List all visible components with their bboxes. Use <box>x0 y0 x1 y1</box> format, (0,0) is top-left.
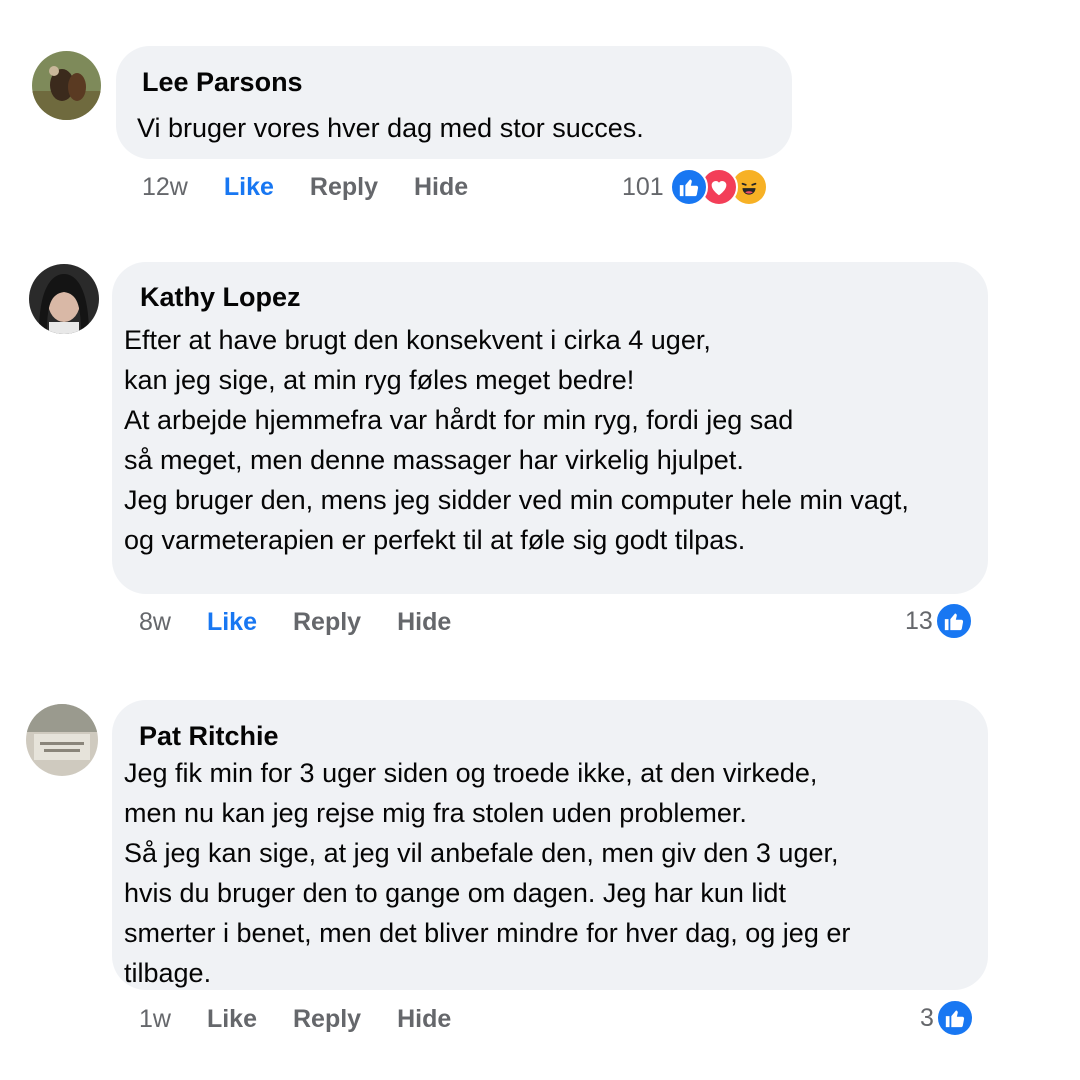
comment-line: så meget, men denne massager har virkeli… <box>124 445 744 475</box>
reaction-summary[interactable]: 3 <box>920 999 974 1037</box>
comment-line: smerter i benet, men det bliver mindre f… <box>124 918 851 948</box>
comment-time[interactable]: 8w <box>139 608 171 637</box>
reaction-count: 3 <box>920 1003 934 1032</box>
comment-line: tilbage. <box>124 958 212 988</box>
comment-author[interactable]: Kathy Lopez <box>140 282 301 313</box>
avatar[interactable] <box>29 264 99 334</box>
comment-time[interactable]: 1w <box>139 1005 171 1034</box>
comment-line: men nu kan jeg rejse mig fra stolen uden… <box>124 798 747 828</box>
comment-line: og varmeterapien er perfekt til at føle … <box>124 525 746 555</box>
reaction-summary[interactable]: 13 <box>905 602 973 640</box>
like-icon <box>934 602 973 640</box>
avatar-photo-icon <box>32 51 101 120</box>
comment-actions: 1w Like Reply Hide <box>139 1005 487 1034</box>
comment-actions: 12w Like Reply Hide <box>142 173 504 202</box>
comment-line: At arbejde hjemmefra var hårdt for min r… <box>124 405 794 435</box>
reply-button[interactable]: Reply <box>310 173 378 202</box>
reply-button[interactable]: Reply <box>293 1005 361 1034</box>
like-button[interactable]: Like <box>207 1005 257 1034</box>
hide-button[interactable]: Hide <box>397 1005 451 1034</box>
comment-author[interactable]: Pat Ritchie <box>139 721 279 752</box>
like-icon <box>669 168 708 206</box>
like-button[interactable]: Like <box>207 608 257 637</box>
comment-text: Vi bruger vores hver dag med stor succes… <box>137 108 644 148</box>
comment-line: hvis du bruger den to gange om dagen. Je… <box>124 878 786 908</box>
avatar[interactable] <box>32 51 101 120</box>
comment-text: Jeg fik min for 3 uger siden og troede i… <box>124 753 850 993</box>
comment-line: Efter at have brugt den konsekvent i cir… <box>124 325 711 355</box>
comment-line: Vi bruger vores hver dag med stor succes… <box>137 113 644 143</box>
comment-line: Så jeg kan sige, at jeg vil anbefale den… <box>124 838 839 868</box>
reaction-count: 101 <box>622 172 664 201</box>
like-button[interactable]: Like <box>224 173 274 202</box>
comment-time[interactable]: 12w <box>142 173 188 202</box>
hide-button[interactable]: Hide <box>414 173 468 202</box>
comment-line: Jeg bruger den, mens jeg sidder ved min … <box>124 485 909 515</box>
comment-author[interactable]: Lee Parsons <box>142 67 303 98</box>
avatar-photo-icon <box>29 264 99 334</box>
comment-line: Jeg fik min for 3 uger siden og troede i… <box>124 758 818 788</box>
reply-button[interactable]: Reply <box>293 608 361 637</box>
comment-actions: 8w Like Reply Hide <box>139 608 487 637</box>
hide-button[interactable]: Hide <box>397 608 451 637</box>
avatar-photo-icon <box>26 704 98 776</box>
reaction-summary[interactable]: 101 <box>622 168 768 206</box>
reaction-count: 13 <box>905 606 933 635</box>
comment-line: kan jeg sige, at min ryg føles meget bed… <box>124 365 635 395</box>
comment-text: Efter at have brugt den konsekvent i cir… <box>124 320 909 560</box>
like-icon <box>935 999 974 1037</box>
avatar[interactable] <box>26 704 98 776</box>
